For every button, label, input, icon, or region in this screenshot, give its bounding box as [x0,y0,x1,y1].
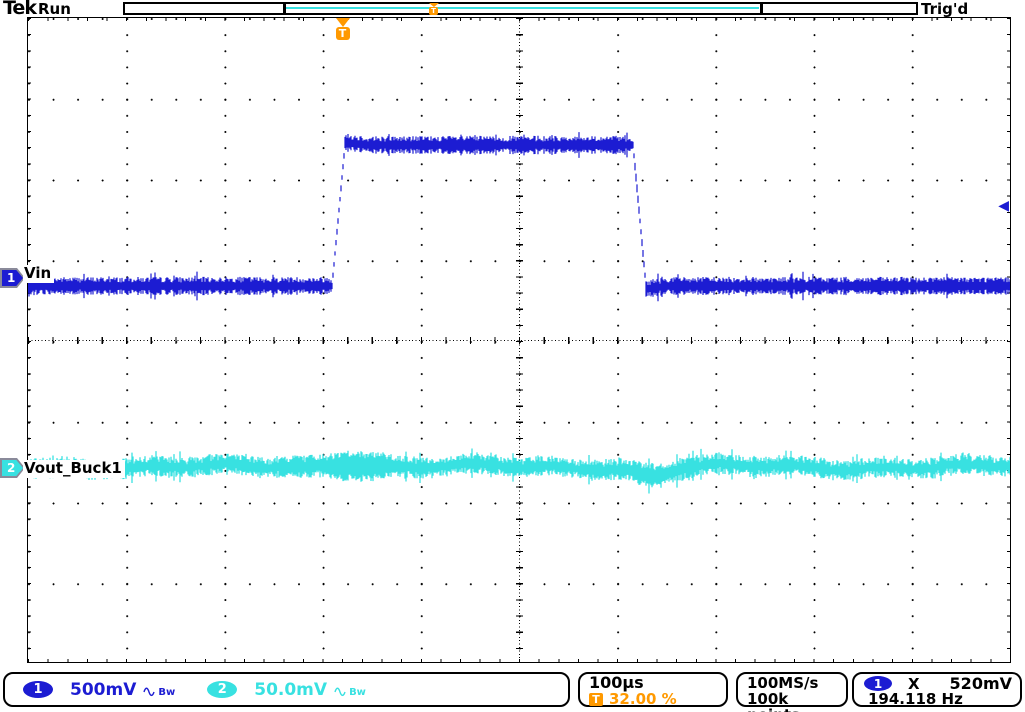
trigger-position-marker[interactable]: T [335,18,350,40]
trigger-readout[interactable]: 1 X 520mV 194.118 Hz [852,672,1022,707]
acquisition-status: Run [38,0,71,18]
record-trigger-marker[interactable]: T [428,3,439,15]
record-length: 100k points [747,691,846,712]
waveform-ch1-vin [28,132,1010,301]
ch1-scale: 500mV [70,680,136,700]
trigger-level-arrow-icon[interactable]: ◀ [998,199,1009,213]
trigger-t-icon: T [336,27,350,40]
ac-coupling-icon [334,686,348,698]
record-window-line [285,7,759,9]
window-left-bracket [283,4,286,13]
sample-rate: 100MS/s [747,675,846,691]
trigger-triangle-icon [336,18,350,27]
ch1-label: Vin [23,265,54,283]
bandwidth-limit-icon: Bw [349,688,366,698]
graticule: T ◀ [27,17,1011,663]
ch1-coupling-bandwidth-icons: Bw [143,682,175,698]
trigger-t-icon: T [589,693,603,706]
trigger-t-icon: T [429,7,438,15]
horizontal-readout[interactable]: 100µs T 32.00 % [578,672,728,707]
trigger-source-badge: 1 [864,676,892,691]
trigger-frequency: 194.118 Hz [868,692,1012,707]
ch2-label: Vout_Buck1 [23,460,125,478]
waveform-plot [28,18,1010,662]
trigger-status: Trig'd [921,0,968,18]
acquisition-readout[interactable]: 100MS/s 100k points [736,672,848,707]
ch2-badge: 2 [207,681,237,698]
ch1-badge: 1 [23,681,53,698]
ch2-ground-marker[interactable]: 2 [0,458,25,478]
window-right-bracket [760,4,763,13]
ch2-coupling-bandwidth-icons: Bw [334,682,366,698]
ch1-ground-marker[interactable]: 1 [0,268,25,288]
waveform-ch2-vout [28,449,1010,494]
ch2-scale: 50.0mV [254,680,327,700]
record-position-bar[interactable]: T [123,2,918,15]
trigger-position-percent: 32.00 % [609,692,677,706]
timebase-value: 100µs [589,675,726,691]
bandwidth-limit-icon: Bw [158,688,175,698]
oscilloscope-screen: Tek Run T Trig'd T ◀ 1 [0,0,1025,712]
ac-coupling-icon [143,686,157,698]
vertical-scale-readout[interactable]: 1 500mV Bw 2 50.0mV Bw [3,672,570,707]
